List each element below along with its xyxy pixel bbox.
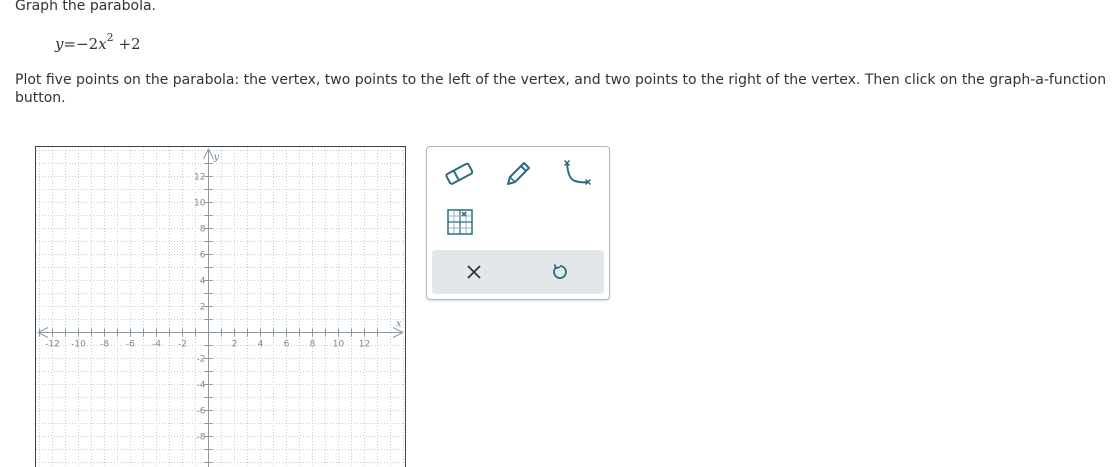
directions-text: Plot five points on the parabola: the ve…: [15, 72, 1107, 106]
x-tick-label: 4: [258, 340, 264, 350]
instruction-text: Graph the parabola.: [15, 0, 156, 14]
x-tick-label: 12: [359, 340, 370, 350]
x-tick-label: 2: [232, 340, 238, 350]
y-tick-label: -2: [197, 355, 206, 365]
y-axis-label: y: [213, 152, 220, 163]
y-tick-label: 6: [200, 251, 206, 261]
pencil-icon: [507, 162, 530, 185]
x-tick-label: -6: [126, 340, 135, 350]
y-tick-label: -4: [197, 381, 206, 391]
equation-coefficient: −2: [76, 35, 99, 53]
x-tick-label: -2: [178, 340, 187, 350]
clear-button[interactable]: [459, 257, 489, 287]
x-tick-label: -8: [100, 340, 109, 350]
equation-x: x: [98, 35, 107, 53]
undo-icon: [553, 264, 567, 279]
action-bar: [432, 250, 604, 294]
y-tick-label: 2: [200, 303, 206, 313]
coordinate-plane[interactable]: -12 -10 -8 -6 -4 -2 2 4 6 8 10 12 12 10 8 6 4 2 -2 -4 -6 -8 x y: [36, 147, 405, 467]
x-tick-label: 10: [333, 340, 345, 350]
equation-constant: +2: [118, 35, 141, 53]
parabola-equation: y=−2x2 +2: [55, 31, 141, 53]
x-tick-label: 6: [284, 340, 290, 350]
x-axis-label: x: [396, 319, 402, 330]
parabola-tool[interactable]: [559, 157, 593, 191]
grid-points-tool[interactable]: [443, 205, 477, 239]
eraser-tool[interactable]: [443, 157, 477, 191]
grid-points-icon: [447, 209, 473, 235]
y-tick-label: 8: [200, 225, 206, 235]
y-tick-label: -8: [197, 433, 206, 443]
eraser-icon: [445, 162, 474, 185]
graph-area[interactable]: -12 -10 -8 -6 -4 -2 2 4 6 8 10 12 12 10 8 6 4 2 -2 -4 -6 -8 x y: [35, 146, 406, 467]
equation-equals: =: [63, 35, 77, 53]
y-tick-label: 10: [194, 199, 206, 209]
y-tick-label: 12: [194, 173, 205, 183]
undo-button[interactable]: [545, 257, 575, 287]
parabola-icon: [563, 159, 592, 186]
y-tick-label: 4: [200, 277, 206, 287]
x-tick-label: -4: [152, 340, 161, 350]
equation-exponent: 2: [106, 31, 114, 44]
x-tick-label: -12: [45, 340, 60, 350]
pencil-tool[interactable]: [501, 157, 535, 191]
graphing-toolbox: [426, 146, 610, 300]
x-tick-label: -10: [71, 340, 86, 350]
x-tick-label: 8: [310, 340, 316, 350]
y-tick-label: -6: [197, 407, 206, 417]
close-icon: [467, 265, 481, 279]
